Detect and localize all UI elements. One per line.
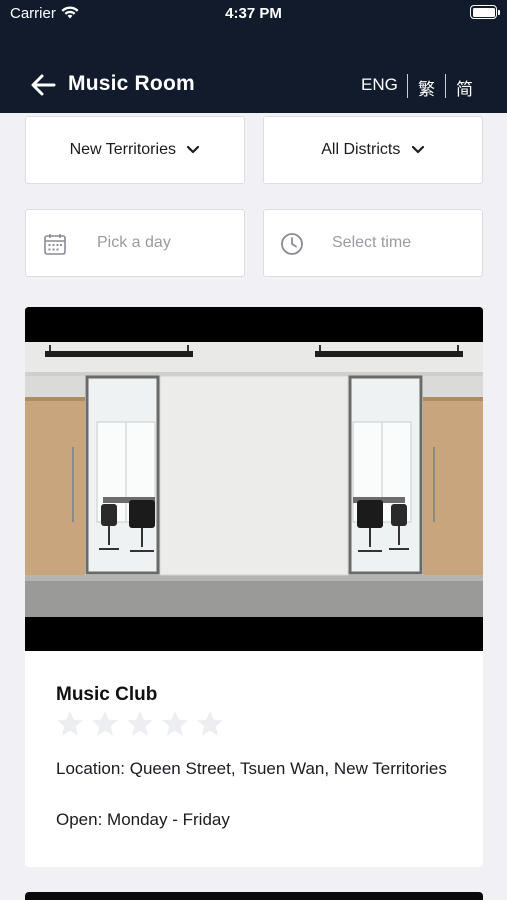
next-venue-card[interactable]	[25, 892, 483, 900]
lang-divider	[445, 74, 446, 98]
chevron-down-icon	[411, 145, 424, 153]
venue-card[interactable]: Music Club Location: Queen Street, Tsuen…	[25, 307, 483, 867]
chevron-down-icon	[187, 145, 200, 153]
clock-icon	[281, 233, 303, 255]
status-time: 4:37 PM	[225, 5, 282, 22]
region-dropdown-label: New Territories	[69, 141, 176, 158]
date-picker[interactable]: Pick a day	[25, 209, 245, 277]
star-icon	[57, 711, 83, 736]
star-icon	[92, 711, 118, 736]
lang-divider	[407, 74, 408, 98]
status-bar: Carrier 4:37 PM	[0, 0, 507, 28]
app-header: Carrier 4:37 PM Music Room ENG 繁 简	[0, 0, 507, 113]
back-arrow-icon[interactable]	[28, 70, 58, 100]
page-title: Music Room	[68, 72, 195, 95]
region-dropdown[interactable]: New Territories	[25, 116, 245, 184]
venue-location: Location: Queen Street, Tsuen Wan, New T…	[56, 759, 447, 778]
date-placeholder: Pick a day	[97, 234, 171, 251]
time-placeholder: Select time	[332, 234, 412, 251]
venue-opening-hours: Open: Monday - Friday	[56, 810, 230, 829]
lang-simplified-chinese[interactable]: 简	[456, 75, 473, 100]
star-icon	[162, 711, 188, 736]
district-dropdown[interactable]: All Districts	[263, 116, 483, 184]
venue-photo	[25, 307, 483, 651]
lang-english[interactable]: ENG	[361, 75, 398, 95]
star-icon	[127, 711, 153, 736]
battery-icon	[470, 5, 500, 19]
lang-traditional-chinese[interactable]: 繁	[418, 75, 435, 100]
venue-name: Music Club	[56, 684, 158, 705]
time-picker[interactable]: Select time	[263, 209, 483, 277]
calendar-icon	[44, 234, 66, 255]
rating-stars[interactable]	[56, 710, 224, 737]
district-dropdown-label: All Districts	[321, 141, 401, 158]
star-icon	[197, 711, 223, 736]
